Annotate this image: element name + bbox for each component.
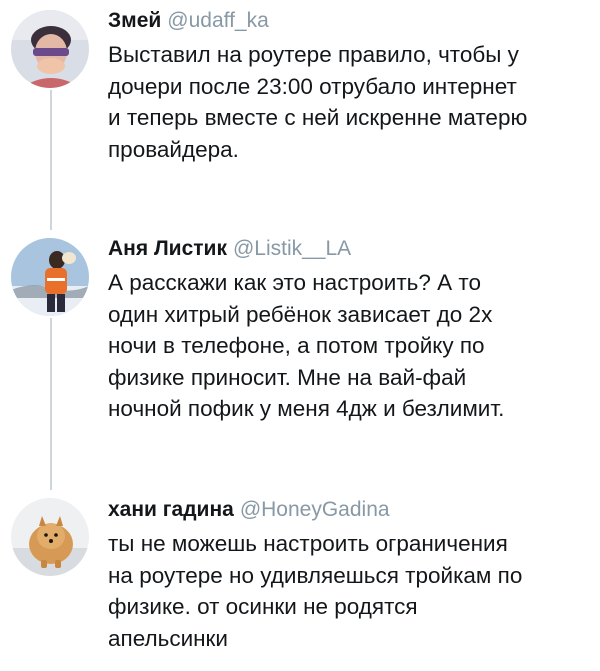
boy-avatar-icon	[11, 10, 89, 88]
tweet-text-line: физике приносит. Мне на вай-фай	[108, 364, 467, 390]
tweet-text-line: ночи в телефоне, а потом тройку по	[108, 333, 485, 358]
author-name[interactable]: хани гадина	[108, 498, 234, 521]
tweet-text-line: апельсинки	[108, 625, 228, 651]
tweet-text-line: Выставил на роутере правило, чтобы у	[108, 42, 519, 67]
avatar[interactable]	[11, 10, 89, 88]
thread-line-1	[50, 90, 52, 230]
tweet-header: Змей @udaff_ka	[108, 8, 588, 34]
tweet-text-line: ночной пофик у меня 4дж и безлимит.	[108, 396, 505, 421]
author-name[interactable]: Аня Листик	[108, 237, 227, 260]
woman-in-orange-avatar-icon	[11, 238, 89, 316]
tweet-text-line: А расскажи как это настроить? А то	[108, 270, 481, 295]
tweet-text: А расскажи как это настроить? А то один …	[108, 267, 588, 425]
author-handle[interactable]: @HoneyGadina	[240, 498, 390, 521]
avatar[interactable]	[11, 238, 89, 316]
author-handle[interactable]: @udaff_ka	[167, 9, 269, 32]
tweet-text-line: ты не можешь настроить ограничения	[108, 531, 508, 556]
tweet-text-line: дочери после 23:00 отрубало интернет	[108, 73, 517, 99]
tweet-header: хани гадина @HoneyGadina	[108, 497, 588, 523]
tweet-text-line: и теперь вместе с ней искренне матерю	[108, 105, 528, 130]
avatar[interactable]	[11, 498, 89, 576]
tweet-text-line: один хитрый ребёнок зависает до 2х	[108, 301, 493, 327]
tweet-text: ты не можешь настроить ограничения на ро…	[108, 528, 588, 654]
author-handle[interactable]: @Listik__LA	[233, 237, 351, 260]
tweet-text-line: провайдера.	[108, 136, 239, 162]
tweet-text-line: физике. от осинки не родятся	[108, 594, 418, 619]
pomeranian-dog-avatar-icon	[11, 498, 89, 576]
author-name[interactable]: Змей	[108, 9, 161, 32]
thread-line-2	[50, 318, 52, 490]
tweet-header: Аня Листик @Listik__LA	[108, 236, 588, 262]
tweet-text-line: на роутере но удивляешься тройкам по	[108, 562, 523, 588]
tweet-text: Выставил на роутере правило, чтобы у доч…	[108, 39, 588, 165]
